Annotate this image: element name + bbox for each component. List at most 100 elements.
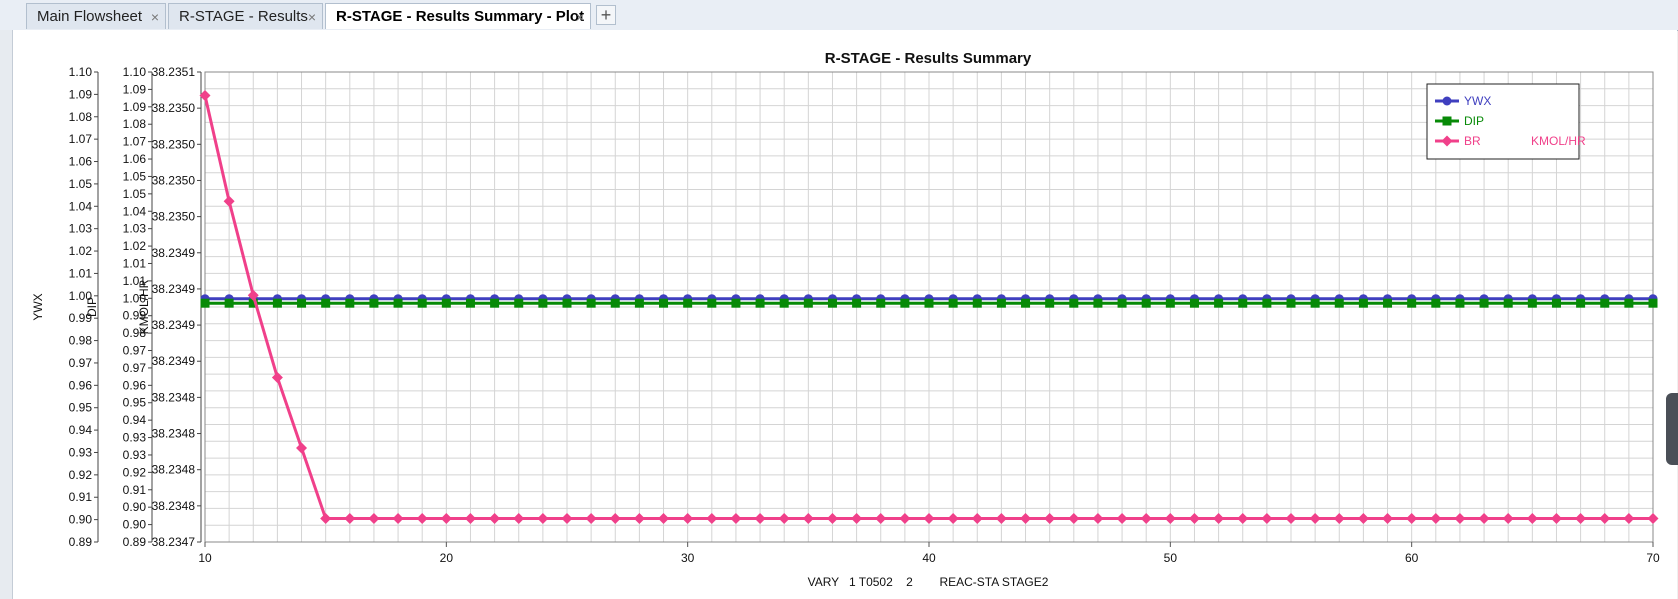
data-point-br [1599,513,1611,524]
data-point-dip [1624,298,1634,308]
data-point-dip [1334,298,1344,308]
y-tick-label: 0.94 [123,413,147,427]
data-point-dip [586,298,596,308]
data-point-dip [634,298,644,308]
data-point-br [609,513,621,524]
y-tick-label: 0.91 [123,483,147,497]
y-tick-label: 38.2350 [152,210,196,224]
data-point-br [513,513,525,524]
data-point-br [320,513,332,524]
data-point-dip [1358,298,1368,308]
data-point-dip [1551,298,1561,308]
x-tick-label: 60 [1405,551,1419,565]
data-point-br [947,513,959,524]
data-point-dip [1455,298,1465,308]
y-tick-label: 1.10 [69,65,93,79]
data-point-br [1092,513,1104,524]
data-point-br [826,513,838,524]
y-tick-label: 38.2349 [152,318,196,332]
data-point-dip [1262,298,1272,308]
data-point-dip [900,298,910,308]
y-tick-label: 0.93 [69,445,93,459]
data-point-dip [1189,298,1199,308]
data-point-dip [1383,298,1393,308]
x-tick-label: 40 [922,551,936,565]
data-point-dip [1214,298,1224,308]
y-tick-label: 38.2347 [152,535,196,549]
data-point-br [1261,513,1273,524]
y-tick-label: 0.94 [69,423,93,437]
data-point-br [537,513,549,524]
data-point-br [658,513,670,524]
data-point-dip [321,298,331,308]
data-point-dip [948,298,958,308]
y-tick-label: 0.89 [123,535,147,549]
data-point-br [1382,513,1394,524]
data-point-dip [1165,298,1175,308]
data-point-br [1647,513,1659,524]
data-point-dip [465,298,475,308]
data-point-br [1550,513,1562,524]
data-point-dip [224,298,234,308]
data-point-dip [1141,298,1151,308]
legend-unit: KMOL/HR [1531,134,1586,148]
y-tick-label: 0.90 [69,513,93,527]
data-point-dip [490,298,500,308]
y-tick-label: 0.93 [123,431,147,445]
data-point-br [971,513,983,524]
data-point-br [344,513,356,524]
chart: R-STAGE - Results Summary 10 20 30 40 50 60 70 V… [31,50,1660,589]
data-point-dip [659,298,669,308]
data-point-br [899,513,911,524]
data-point-br [875,513,887,524]
y-tick-label: 1.05 [123,169,147,183]
y-tick-label: 1.03 [123,222,147,236]
y-tick-label: 38.2348 [152,427,196,441]
data-point-dip [562,298,572,308]
data-point-br [1406,513,1418,524]
data-point-dip [779,298,789,308]
data-point-br [1285,513,1297,524]
y-tick-label: 38.2351 [152,65,196,79]
y-axis-label: DIP [85,297,99,317]
y-tick-label: 1.03 [69,222,93,236]
y-tick-label: 38.2350 [152,173,196,187]
data-point-dip [200,298,210,308]
y-tick-label: 38.2350 [152,137,196,151]
data-point-br [489,513,501,524]
data-point-br [223,195,235,207]
legend-label: YWX [1464,94,1491,108]
data-point-br [1623,513,1635,524]
y-tick-label: 38.2350 [152,101,196,115]
data-point-dip [1093,298,1103,308]
data-point-dip [1310,298,1320,308]
y-tick-label: 0.96 [69,378,93,392]
data-point-br [1454,513,1466,524]
data-point-dip [610,298,620,308]
data-point-br [851,513,863,524]
data-point-br [682,513,694,524]
y-axis-label: KMOL/HR [137,279,151,334]
data-point-dip [1503,298,1513,308]
data-point-dip [827,298,837,308]
x-tick-label: 10 [198,551,212,565]
data-point-dip [755,298,765,308]
y-tick-label: 0.91 [69,490,93,504]
legend-marker [1442,116,1452,126]
y-tick-label: 0.97 [123,344,147,358]
data-point-dip [1576,298,1586,308]
data-point-br [1164,513,1176,524]
y-tick-label: 0.98 [69,334,93,348]
legend-label: DIP [1464,114,1484,128]
x-tick-label: 20 [440,551,454,565]
data-point-br [1575,513,1587,524]
data-point-dip [996,298,1006,308]
data-point-dip [1479,298,1489,308]
data-point-br [1526,513,1538,524]
y-tick-label: 0.92 [69,468,93,482]
y-tick-label: 1.01 [123,256,147,270]
data-point-br [1357,513,1369,524]
data-point-br [1213,513,1225,524]
data-point-dip [924,298,934,308]
data-point-br [1116,513,1128,524]
